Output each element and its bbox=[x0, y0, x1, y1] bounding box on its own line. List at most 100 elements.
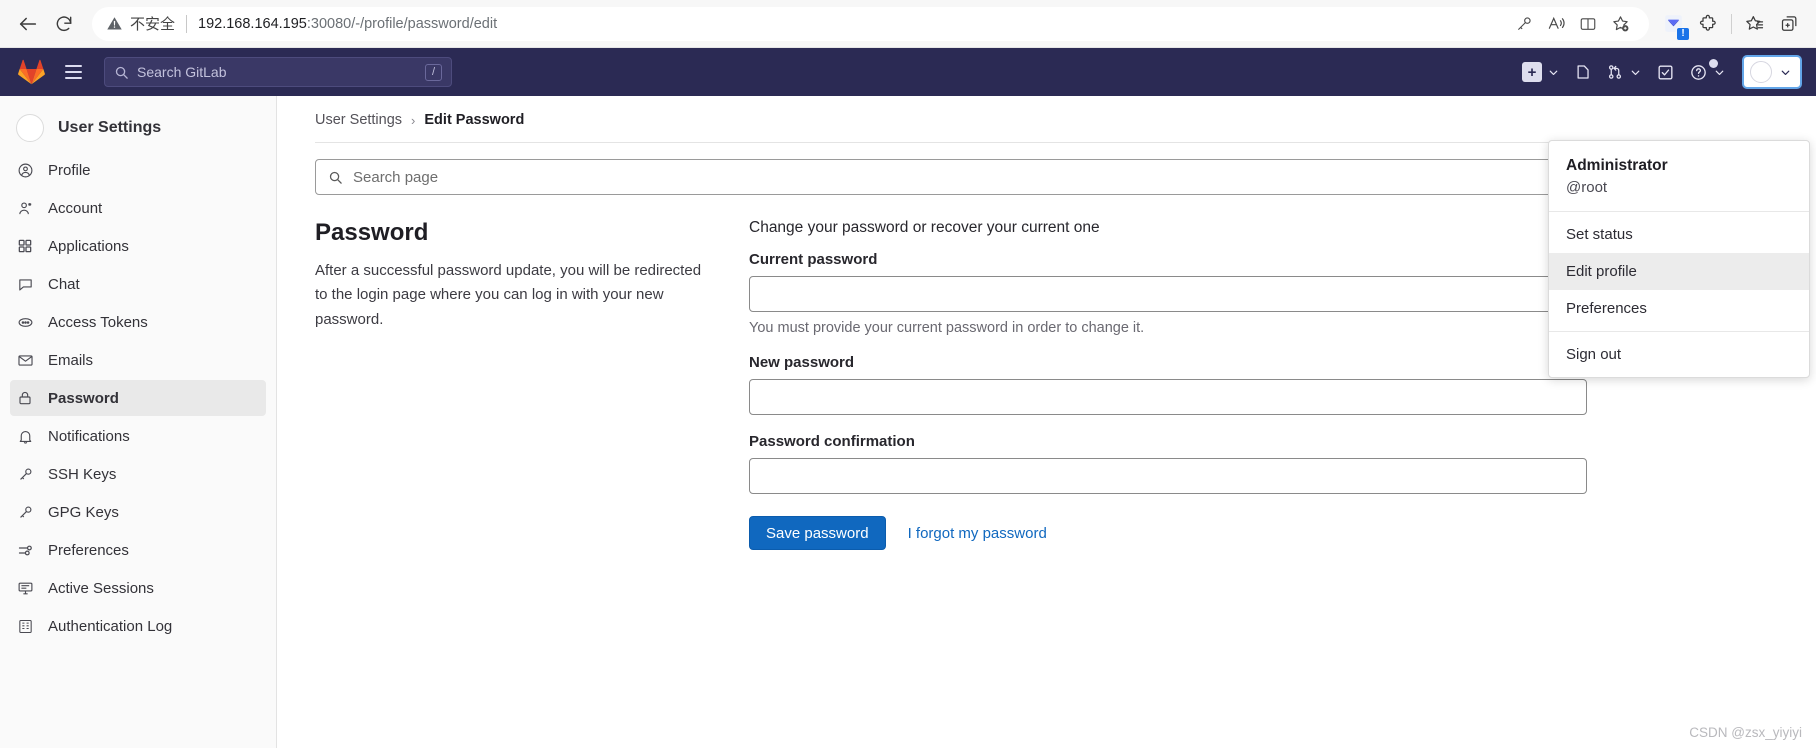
browser-back-button[interactable] bbox=[10, 6, 46, 42]
create-new-button[interactable]: + bbox=[1516, 56, 1566, 88]
sidebar-item-label: Authentication Log bbox=[48, 617, 173, 635]
sidebar-item-preferences[interactable]: Preferences bbox=[10, 532, 266, 568]
help-circle-icon bbox=[1689, 63, 1708, 82]
todos-button[interactable] bbox=[1650, 56, 1681, 88]
page-title: Password bbox=[315, 219, 429, 246]
sidebar-item-account[interactable]: Account bbox=[10, 190, 266, 226]
breadcrumb-parent[interactable]: User Settings bbox=[315, 112, 402, 128]
sidebar-item-authentication-log[interactable]: Authentication Log bbox=[10, 608, 266, 644]
search-placeholder: Search GitLab bbox=[137, 64, 227, 80]
help-button[interactable] bbox=[1683, 56, 1732, 88]
address-bar[interactable]: 不安全 192.168.164.195:30080/-/profile/pass… bbox=[92, 6, 1649, 41]
sidebar-item-applications[interactable]: Applications bbox=[10, 228, 266, 264]
breadcrumb: User Settings › Edit Password bbox=[301, 96, 1792, 142]
key-icon bbox=[16, 465, 34, 483]
settings-sidebar: User Settings Profile Account Applicatio… bbox=[0, 96, 277, 748]
issues-button[interactable] bbox=[1568, 56, 1598, 88]
password-form: Change your password or recover your cur… bbox=[749, 219, 1587, 550]
avatar bbox=[1750, 61, 1772, 83]
lock-icon bbox=[16, 389, 34, 407]
sidebar-item-emails[interactable]: Emails bbox=[10, 342, 266, 378]
forgot-password-link[interactable]: I forgot my password bbox=[908, 525, 1047, 542]
menu-item-preferences[interactable]: Preferences bbox=[1549, 290, 1809, 327]
hamburger-line bbox=[64, 65, 82, 67]
user-menu-button[interactable] bbox=[1742, 55, 1802, 89]
sidebar-item-gpg-keys[interactable]: GPG Keys bbox=[10, 494, 266, 530]
main-menu-button[interactable] bbox=[56, 55, 90, 89]
sidebar-item-label: Emails bbox=[48, 351, 94, 369]
sidebar-item-active-sessions[interactable]: Active Sessions bbox=[10, 570, 266, 606]
gitlab-navbar: Search GitLab / + bbox=[0, 48, 1816, 96]
chevron-down-icon bbox=[1547, 66, 1560, 79]
watermark: CSDN @zsx_yiyiyi bbox=[1689, 725, 1802, 740]
log-icon bbox=[16, 617, 34, 635]
favorites-star-icon[interactable] bbox=[1739, 8, 1771, 40]
not-secure-label: 不安全 bbox=[130, 15, 176, 33]
menu-item-set-status[interactable]: Set status bbox=[1549, 216, 1809, 253]
bell-icon bbox=[16, 427, 34, 445]
section-info: Password After a successful password upd… bbox=[315, 219, 707, 550]
collections-icon[interactable] bbox=[1774, 8, 1806, 40]
field-new-password: New password bbox=[749, 354, 1587, 415]
password-confirmation-input[interactable] bbox=[749, 458, 1587, 494]
search-icon bbox=[328, 170, 343, 185]
address-divider bbox=[186, 14, 188, 33]
current-password-input[interactable] bbox=[749, 276, 1587, 312]
extension-alert-badge: ! bbox=[1676, 26, 1690, 41]
sidebar-item-label: Preferences bbox=[48, 541, 129, 559]
merge-requests-button[interactable] bbox=[1600, 56, 1648, 88]
sidebar-item-ssh-keys[interactable]: SSH Keys bbox=[10, 456, 266, 492]
breadcrumb-current: Edit Password bbox=[424, 112, 525, 128]
issues-icon bbox=[1574, 63, 1592, 81]
key-icon bbox=[16, 503, 34, 521]
search-input[interactable]: Search GitLab / bbox=[104, 57, 452, 87]
sidebar-item-notifications[interactable]: Notifications bbox=[10, 418, 266, 454]
browser-reload-button[interactable] bbox=[46, 6, 82, 42]
help-notification-dot bbox=[1709, 59, 1718, 68]
field-password-confirmation: Password confirmation bbox=[749, 433, 1587, 494]
applications-icon bbox=[16, 237, 34, 255]
sidebar-item-label: Password bbox=[48, 389, 119, 407]
read-aloud-icon[interactable] bbox=[1541, 9, 1571, 39]
messenger-extension-icon[interactable]: ! bbox=[1657, 8, 1690, 41]
menu-item-sign-out[interactable]: Sign out bbox=[1549, 336, 1809, 373]
sidebar-item-label: Applications bbox=[48, 237, 129, 255]
key-icon[interactable] bbox=[1509, 9, 1539, 39]
not-secure-warning-icon bbox=[106, 15, 123, 32]
user-dropdown-items: Set status Edit profile Preferences bbox=[1549, 212, 1809, 331]
new-password-input[interactable] bbox=[749, 379, 1587, 415]
page-body: User Settings Profile Account Applicatio… bbox=[0, 96, 1816, 748]
save-password-button[interactable]: Save password bbox=[749, 516, 886, 550]
field-label: Current password bbox=[749, 251, 878, 268]
email-icon bbox=[16, 351, 34, 369]
sidebar-item-profile[interactable]: Profile bbox=[10, 152, 266, 188]
sidebar-item-access-tokens[interactable]: Access Tokens bbox=[10, 304, 266, 340]
section-description: After a successful password update, you … bbox=[315, 262, 702, 328]
chevron-down-icon bbox=[1629, 66, 1642, 79]
sidebar-header: User Settings bbox=[10, 106, 266, 152]
sidebar-item-password[interactable]: Password bbox=[10, 380, 266, 416]
sidebar-item-chat[interactable]: Chat bbox=[10, 266, 266, 302]
form-actions: Save password I forgot my password bbox=[749, 516, 1587, 550]
add-favorite-icon[interactable] bbox=[1605, 9, 1635, 39]
form-legend: Change your password or recover your cur… bbox=[749, 219, 1100, 236]
user-display-name: Administrator bbox=[1566, 157, 1668, 174]
preferences-icon bbox=[16, 541, 34, 559]
menu-item-edit-profile[interactable]: Edit profile bbox=[1549, 253, 1809, 291]
sidebar-item-label: Profile bbox=[48, 161, 91, 179]
split-screen-icon[interactable] bbox=[1573, 9, 1603, 39]
field-current-password: Current password You must provide your c… bbox=[749, 251, 1587, 336]
hamburger-line bbox=[64, 71, 82, 73]
navbar-right-actions: + bbox=[1516, 55, 1802, 89]
chevron-down-icon bbox=[1779, 66, 1792, 79]
field-label: Password confirmation bbox=[749, 433, 915, 450]
profile-icon bbox=[16, 161, 34, 179]
sidebar-item-label: Account bbox=[48, 199, 103, 217]
hamburger-line bbox=[64, 77, 82, 79]
chat-icon bbox=[16, 275, 34, 293]
gitlab-logo-icon[interactable] bbox=[14, 55, 48, 89]
account-icon bbox=[16, 199, 34, 217]
extensions-puzzle-icon[interactable] bbox=[1692, 8, 1724, 40]
sidebar-item-label: Chat bbox=[48, 275, 80, 293]
monitor-icon bbox=[16, 579, 34, 597]
